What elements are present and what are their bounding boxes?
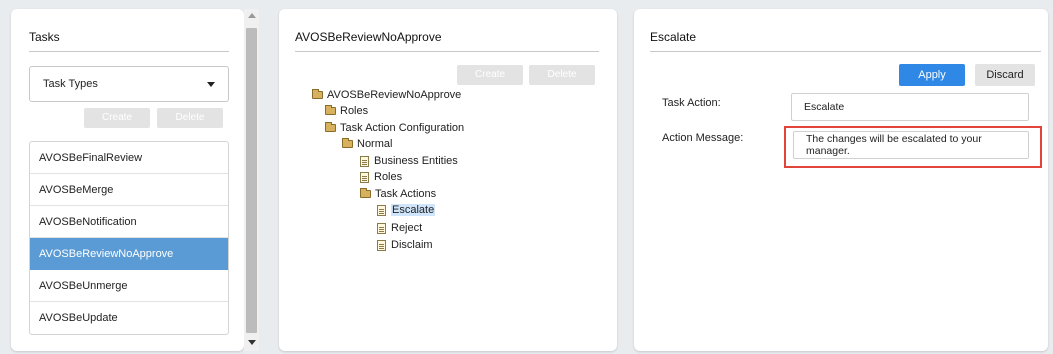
tree-node-label: Reject [391,222,423,234]
task-list-item-selected[interactable]: AVOSBeReviewNoApprove [30,238,228,270]
panel-title: AVOSBeReviewNoApprove [295,30,442,44]
task-list-item[interactable]: AVOSBeFinalReview [30,142,228,174]
tree-node-label: Business Entities [374,155,458,167]
panel-title: Escalate [650,30,697,44]
scroll-down-arrow-icon[interactable] [248,340,256,345]
task-configuration-panel: AVOSBeReviewNoApprove Create Delete AVOS… [279,9,617,351]
task-types-dropdown[interactable]: Task Types [29,66,229,102]
tree-node-escalate[interactable]: Escalate [377,203,436,217]
document-icon [360,171,369,183]
dropdown-value: Task Types [43,78,98,90]
document-icon [377,204,386,216]
chevron-down-icon [207,82,215,87]
divider [650,51,1041,52]
tree-node-normal[interactable]: Normal [342,137,392,151]
folder-open-icon [312,89,323,99]
task-list-item[interactable]: AVOSBeUnmerge [30,270,228,302]
document-icon [360,155,369,167]
tree-node-label: Task Action Configuration [340,122,465,134]
tree-node-task-actions[interactable]: Task Actions [360,187,436,201]
action-message-label: Action Message: [662,132,744,144]
tree-node-label: Roles [340,105,369,117]
tree-node-business-entities[interactable]: Business Entities [360,154,458,168]
delete-button[interactable]: Delete [157,108,223,128]
tree-node-root[interactable]: AVOSBeReviewNoApprove [312,88,461,102]
tree-node-label: Normal [357,138,393,150]
divider [295,51,599,52]
tasks-panel: Tasks Task Types Create Delete AVOSBeFin… [11,9,244,351]
task-action-label: Task Action: [662,97,721,109]
task-action-detail-panel: Escalate Apply Discard Task Action: Esca… [634,9,1048,351]
delete-button[interactable]: Delete [529,65,595,85]
create-button[interactable]: Create [457,65,523,85]
folder-open-icon [325,122,336,132]
tree-node-reject[interactable]: Reject [377,221,422,235]
tree-node-label-selected: Escalate [391,204,436,216]
scroll-thumb[interactable] [246,28,257,333]
task-list-item[interactable]: AVOSBeMerge [30,174,228,206]
task-action-field[interactable]: Escalate [791,93,1029,121]
divider [29,51,229,52]
document-icon [377,222,386,234]
task-list-item[interactable]: AVOSBeUpdate [30,302,228,334]
tree-node-disclaim[interactable]: Disclaim [377,238,433,252]
folder-open-icon [360,188,371,198]
tree-node-task-action-configuration[interactable]: Task Action Configuration [325,121,464,135]
tree-node-label: Disclaim [391,239,433,251]
folder-open-icon [342,138,353,148]
tree-node-roles-doc[interactable]: Roles [360,170,402,184]
vertical-scrollbar[interactable] [244,9,259,351]
document-icon [377,239,386,251]
tree-node-roles[interactable]: Roles [325,104,368,118]
task-list: AVOSBeFinalReview AVOSBeMerge AVOSBeNoti… [29,141,229,335]
highlight-annotation-box [784,126,1042,168]
scroll-up-arrow-icon[interactable] [248,13,256,18]
apply-button[interactable]: Apply [899,64,965,86]
panel-title: Tasks [29,30,60,44]
tree-node-label: Roles [374,171,403,183]
create-button[interactable]: Create [84,108,150,128]
discard-button[interactable]: Discard [975,64,1035,86]
tree-node-label: Task Actions [375,188,437,200]
folder-icon [325,105,336,115]
tree-node-label: AVOSBeReviewNoApprove [327,89,462,101]
task-list-item[interactable]: AVOSBeNotification [30,206,228,238]
